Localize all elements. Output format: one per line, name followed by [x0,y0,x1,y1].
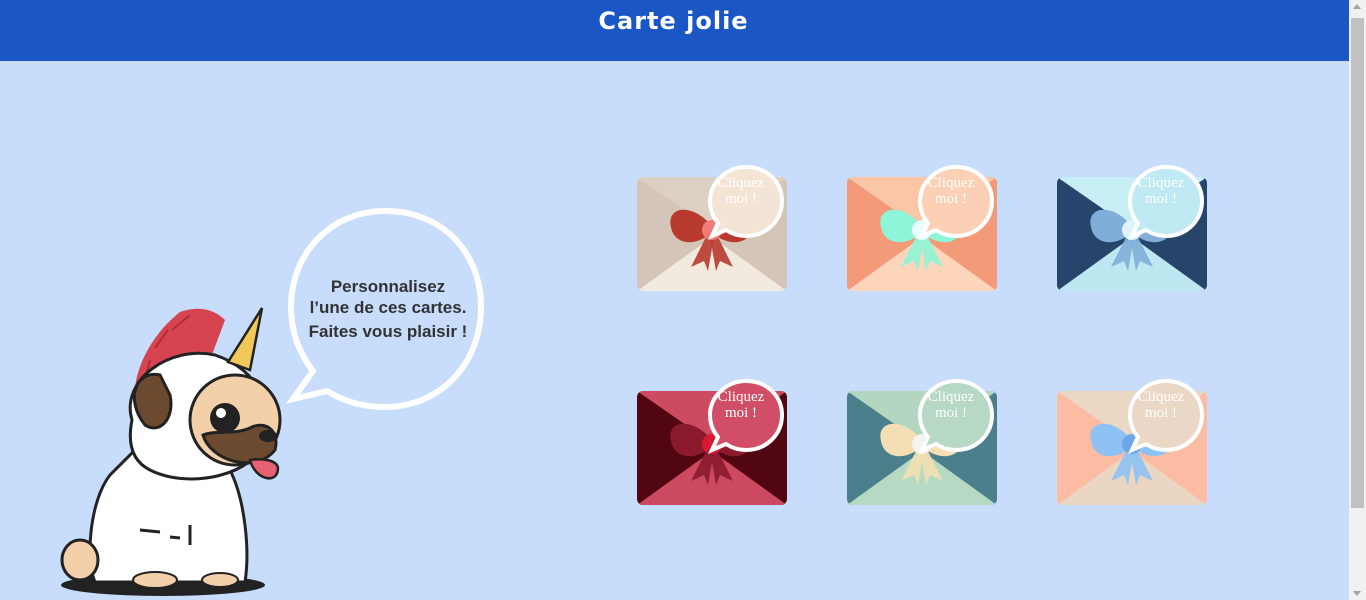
card-4[interactable]: Cliquez moi ! [636,378,788,506]
pug-unicorn-mascot-illustration [60,307,282,596]
page-title: Carte jolie [598,6,749,35]
card-click-label: Cliquez moi ! [1137,175,1185,207]
card-2[interactable]: Cliquez moi ! [846,164,998,292]
card-1[interactable]: Cliquez moi ! [636,164,788,292]
card-click-label: Cliquez moi ! [927,175,975,207]
card-click-label: Cliquez moi ! [927,389,975,421]
card-3[interactable]: Cliquez moi ! [1056,164,1208,292]
intro-message: Personnalisez l’une de ces cartes. Faite… [293,276,483,342]
intro-line-3: Faites vous plaisir ! [308,322,468,341]
card-6[interactable]: Cliquez moi ! [1056,378,1208,506]
scroll-up-arrow-icon[interactable] [1353,4,1361,9]
vertical-scrollbar[interactable] [1349,0,1366,600]
card-click-label: Cliquez moi ! [1137,389,1185,421]
card-5[interactable]: Cliquez moi ! [846,378,998,506]
scrollbar-thumb[interactable] [1351,18,1364,508]
card-click-label: Cliquez moi ! [717,175,765,207]
card-click-label: Cliquez moi ! [717,389,765,421]
intro-line-1: Personnalisez [330,277,446,296]
app-header: Carte jolie [0,0,1349,61]
intro-line-2: l’une de ces cartes. [309,298,467,317]
scroll-down-arrow-icon[interactable] [1353,591,1361,596]
